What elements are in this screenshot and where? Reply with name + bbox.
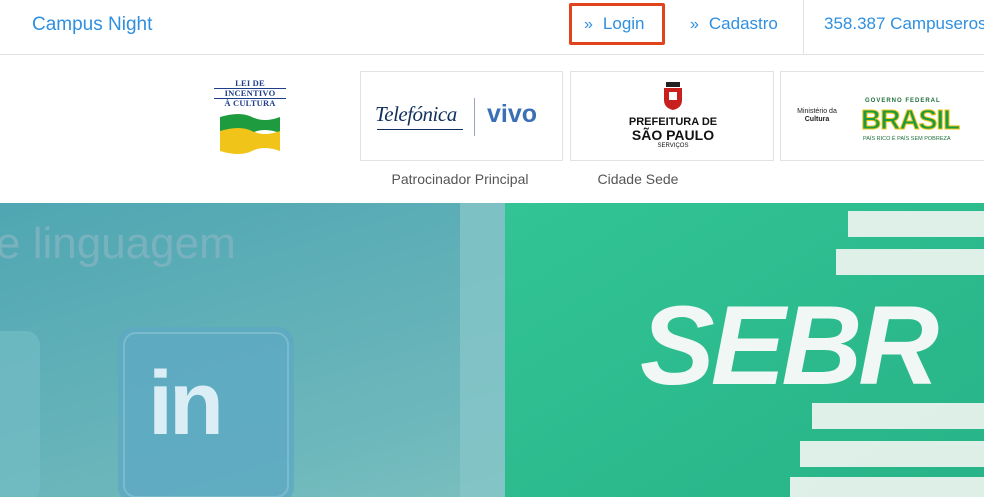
nav-divider	[803, 0, 804, 54]
prefeitura-line-3: SERVIÇOS	[657, 143, 689, 149]
telefonica-underline	[377, 129, 463, 130]
chevron-right-icon: »	[690, 16, 699, 33]
hero-banner: e linguagem in SEBR	[0, 203, 984, 497]
chevron-right-icon: »	[584, 16, 593, 33]
sponsor-row: LEI DE INCENTIVO À CULTURA Telefónica vi…	[0, 55, 984, 203]
logo-separator	[474, 98, 475, 136]
vivo-logo-text: vivo	[487, 100, 538, 128]
hero-bg-text: e linguagem	[0, 219, 236, 268]
login-link[interactable]: » Login	[584, 14, 645, 34]
caption-main-sponsor: Patrocinador Principal	[391, 171, 529, 187]
brasil-tagline: PAÍS RICO É PAÍS SEM POBREZA	[863, 136, 951, 142]
lei-incentivo-logo[interactable]: LEI DE INCENTIVO À CULTURA	[214, 79, 286, 159]
login-label: Login	[602, 14, 645, 33]
lei-line-1: LEI DE	[235, 78, 265, 88]
brazil-flag-wave-icon	[220, 114, 280, 154]
prefeitura-line-2: SÃO PAULO	[631, 127, 715, 143]
top-nav: Campus Night » Login » Cadastro 358.387 Ca…	[0, 0, 984, 55]
ministerio-line-1: Ministério da	[797, 108, 837, 115]
brand-link[interactable]: Campus Night	[32, 14, 152, 36]
linkedin-icon: in	[148, 354, 224, 454]
ministerio-line-2: Cultura	[804, 116, 830, 123]
ministerio-cultura-card[interactable]: Ministério da Cultura GOVERNO FEDERAL BR…	[780, 71, 984, 161]
caption-host-city: Cidade Sede	[597, 171, 679, 187]
telefonica-vivo-card[interactable]: Telefónica vivo	[360, 71, 563, 161]
prefeitura-sp-card[interactable]: PREFEITURA DE SÃO PAULO SERVIÇOS	[570, 71, 774, 161]
campuseros-count-link[interactable]: 358.387 Campuseros	[824, 14, 984, 34]
signup-link[interactable]: » Cadastro	[690, 14, 778, 34]
brasil-logo-text: BRASIL	[860, 104, 960, 136]
sebrae-logo-text: SEBR	[640, 283, 939, 408]
telefonica-logo-text: Telefónica	[375, 102, 457, 126]
signup-label: Cadastro	[708, 14, 778, 33]
lei-line-3: À CULTURA	[224, 98, 276, 108]
sao-paulo-coat-of-arms-icon	[664, 82, 682, 110]
